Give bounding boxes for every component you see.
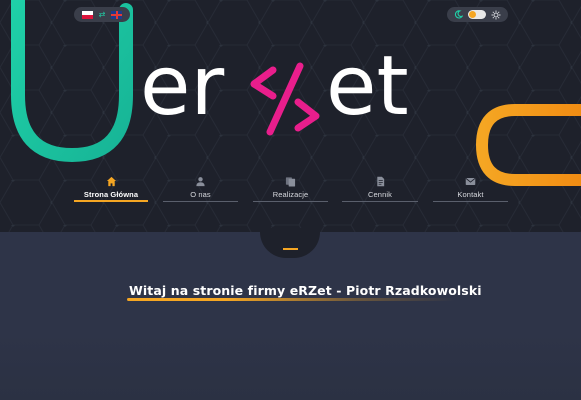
nav-item-contact[interactable]: Kontakt	[433, 176, 508, 204]
user-icon	[196, 177, 205, 187]
scroll-tab-indicator	[283, 248, 298, 250]
mail-icon	[465, 178, 476, 185]
erzet-logo[interactable]: er et	[140, 32, 440, 142]
nav-item-about[interactable]: O nas	[163, 176, 238, 204]
welcome-underline	[127, 298, 455, 301]
theme-switcher	[447, 7, 508, 22]
logo-chevron-right	[294, 98, 320, 132]
sun-icon	[491, 10, 501, 19]
logo-text-left: er	[140, 39, 224, 134]
nav-underline-about	[163, 201, 238, 202]
welcome-heading: Witaj na stronie firmy eRZet - Piotr Rza…	[129, 283, 482, 298]
nav-label-pricing: Cennik	[368, 190, 392, 199]
hero-section: er et ⇄ Strona Główna O nas Realizacje C…	[0, 0, 581, 232]
nav-label-contact: Kontakt	[457, 190, 484, 199]
logo-chevron-left	[250, 66, 277, 100]
flag-uk-icon[interactable]	[111, 10, 123, 19]
moon-icon	[455, 10, 464, 19]
nav-label-home: Strona Główna	[83, 190, 139, 199]
language-switcher: ⇄	[74, 7, 130, 22]
theme-toggle[interactable]	[467, 10, 486, 19]
nav-underline-contact	[433, 201, 508, 202]
nav-underline-pricing	[342, 201, 418, 202]
nav-label-about: O nas	[190, 190, 211, 199]
nav-item-portfolio[interactable]: Realizacje	[253, 176, 328, 204]
document-icon	[376, 176, 384, 187]
nav-label-portfolio: Realizacje	[272, 190, 309, 199]
arrows-swap-icon: ⇄	[98, 9, 106, 19]
flag-pl-icon[interactable]	[81, 10, 93, 19]
files-icon	[285, 177, 296, 187]
nav-underline-home	[74, 200, 148, 202]
bottom-fade	[0, 330, 581, 400]
teal-u-decoration	[11, 0, 133, 163]
logo-text-right: et	[326, 39, 409, 134]
nav-item-pricing[interactable]: Cennik	[342, 176, 418, 204]
toggle-knob	[468, 11, 476, 18]
home-icon	[106, 176, 116, 187]
nav-underline-portfolio	[253, 201, 328, 202]
main-nav: Strona Główna O nas Realizacje Cennik Ko…	[0, 176, 581, 206]
